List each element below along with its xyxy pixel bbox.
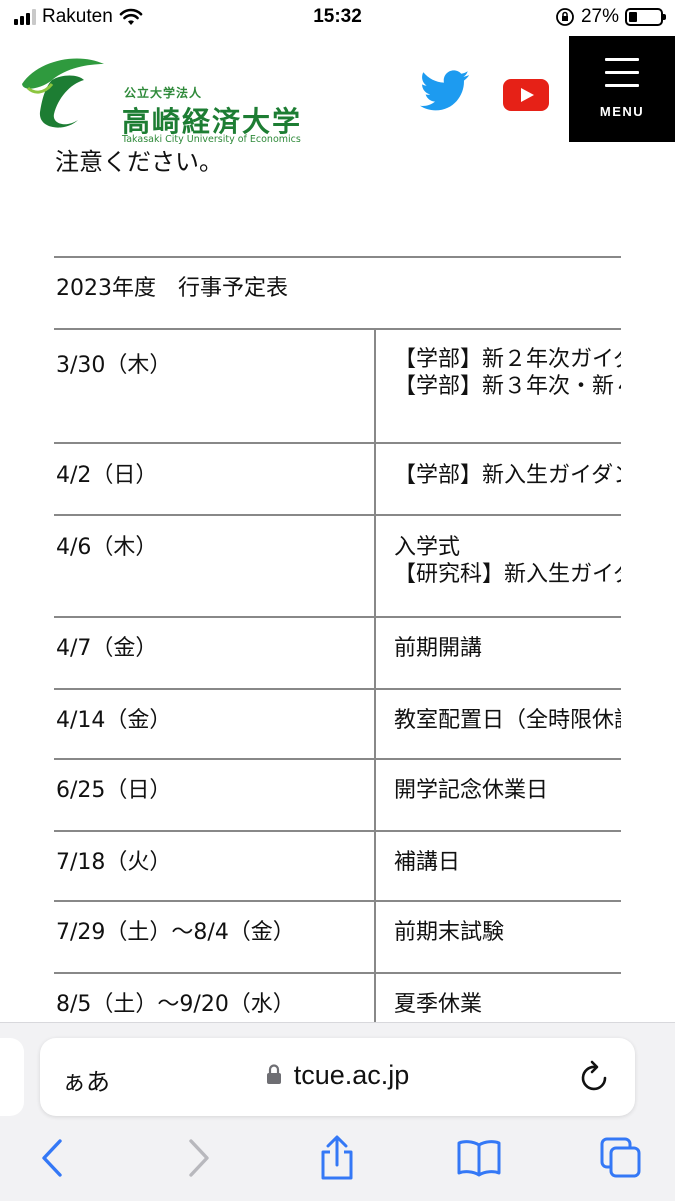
- status-bar: Rakuten 15:32 27%: [0, 0, 675, 36]
- event-text: 入学式: [394, 535, 461, 560]
- table-row: 4/7（金） 前期開講: [54, 616, 621, 689]
- event-text: 開学記念休業日: [394, 778, 549, 803]
- event-cell: 開学記念休業日: [374, 758, 621, 831]
- event-text: 前期開講: [394, 636, 483, 661]
- date-cell: 4/2（日）: [54, 442, 375, 515]
- date-cell: 4/14（金）: [54, 688, 375, 759]
- bookmarks-button[interactable]: [456, 1135, 502, 1181]
- lock-icon: [266, 1064, 281, 1084]
- logo-subtitle: 公立大学法人: [124, 86, 203, 100]
- open-book-icon: [457, 1140, 501, 1177]
- schedule-title: 2023年度 行事予定表: [54, 256, 621, 328]
- site-header: 公立大学法人 高崎経済大学 Takasaki City University o…: [0, 36, 675, 145]
- intro-text: 注意ください。: [55, 148, 223, 176]
- table-row: 7/18（火） 補講日: [54, 830, 621, 901]
- youtube-link[interactable]: [503, 79, 549, 111]
- event-cell: 補講日: [374, 830, 621, 901]
- share-icon: [321, 1135, 353, 1180]
- date-cell: 7/29（土）～8/4（金）: [54, 900, 375, 973]
- event-text: 【研究科】新入生ガイダンス: [394, 562, 621, 587]
- battery-percent: 27%: [580, 6, 619, 27]
- date-cell: 7/18（火）: [54, 830, 375, 901]
- date-cell: 3/30（木）: [54, 328, 375, 443]
- table-row: 7/29（土）～8/4（金） 前期末試験: [54, 900, 621, 973]
- share-button[interactable]: [314, 1135, 360, 1181]
- event-text: 夏季休業: [394, 992, 483, 1017]
- university-logo-icon: [22, 58, 104, 128]
- battery-icon: [625, 8, 666, 26]
- event-cell: 【学部】新２年次ガイダンス【学部】新３年次・新４年次ガイダンス: [374, 328, 621, 443]
- tabs-button[interactable]: [598, 1135, 644, 1181]
- logo-english-name: Takasaki City University of Economics: [122, 134, 301, 145]
- orientation-lock-icon: [556, 8, 574, 26]
- university-logo-link[interactable]: 公立大学法人 高崎経済大学 Takasaki City University o…: [18, 54, 301, 145]
- event-text: 前期末試験: [394, 920, 505, 945]
- table-row: 6/25（日） 開学記念休業日: [54, 758, 621, 831]
- table-row: 8/5（土）～9/20（水） 夏季休業: [54, 972, 621, 1022]
- twitter-icon: [420, 70, 470, 111]
- menu-label: MENU: [599, 104, 645, 119]
- table-row: 3/30（木）【学部】新２年次ガイダンス【学部】新３年次・新４年次ガイダンス: [54, 328, 621, 443]
- url-text: tcue.ac.jp: [293, 1060, 410, 1090]
- hamburger-icon: [605, 58, 639, 97]
- schedule-table: 3/30（木）【学部】新２年次ガイダンス【学部】新３年次・新４年次ガイダンス4/…: [54, 328, 621, 1022]
- event-cell: 前期開講: [374, 616, 621, 689]
- twitter-link[interactable]: [420, 70, 470, 112]
- back-button[interactable]: [30, 1135, 76, 1181]
- date-cell: 6/25（日）: [54, 758, 375, 831]
- safari-bottom-bar: ぁあ tcue.ac.jp: [0, 1022, 675, 1201]
- battery-level: [629, 12, 637, 22]
- event-text: 補講日: [394, 850, 461, 875]
- previous-tab-card[interactable]: [0, 1038, 24, 1116]
- reload-icon: [581, 1060, 607, 1091]
- chevron-left-icon: [42, 1139, 62, 1177]
- url-display[interactable]: tcue.ac.jp: [40, 1060, 635, 1091]
- table-row: 4/14（金） 教室配置日（全時限休講）: [54, 688, 621, 759]
- tabs-icon: [600, 1137, 641, 1178]
- status-right: 27%: [555, 6, 666, 28]
- event-cell: 入学式【研究科】新入生ガイダンス: [374, 514, 621, 617]
- event-cell: 教室配置日（全時限休講）: [374, 688, 621, 759]
- chevron-right-icon: [189, 1139, 209, 1177]
- event-text: 【学部】新３年次・新４年次ガイダンス: [394, 374, 621, 399]
- reload-button[interactable]: [579, 1060, 611, 1094]
- youtube-icon: [503, 79, 549, 111]
- page-content: 注意ください。 2023年度 行事予定表 3/30（木）【学部】新２年次ガイダン…: [0, 142, 675, 1022]
- event-text: 【学部】新２年次ガイダンス: [394, 347, 621, 372]
- table-row: 4/2（日） 【学部】新入生ガイダンス: [54, 442, 621, 515]
- event-cell: 前期末試験: [374, 900, 621, 973]
- address-bar[interactable]: ぁあ tcue.ac.jp: [40, 1038, 635, 1116]
- forward-button[interactable]: [175, 1135, 221, 1181]
- event-cell: 夏季休業: [374, 972, 621, 1022]
- table-row: 4/6（木）入学式【研究科】新入生ガイダンス: [54, 514, 621, 617]
- event-cell: 【学部】新入生ガイダンス: [374, 442, 621, 515]
- date-cell: 4/7（金）: [54, 616, 375, 689]
- event-text: 【学部】新入生ガイダンス: [394, 463, 621, 488]
- event-text: 教室配置日（全時限休講）: [394, 708, 621, 733]
- menu-button[interactable]: MENU: [569, 36, 675, 142]
- date-cell: 4/6（木）: [54, 514, 375, 617]
- date-cell: 8/5（土）～9/20（水）: [54, 972, 375, 1022]
